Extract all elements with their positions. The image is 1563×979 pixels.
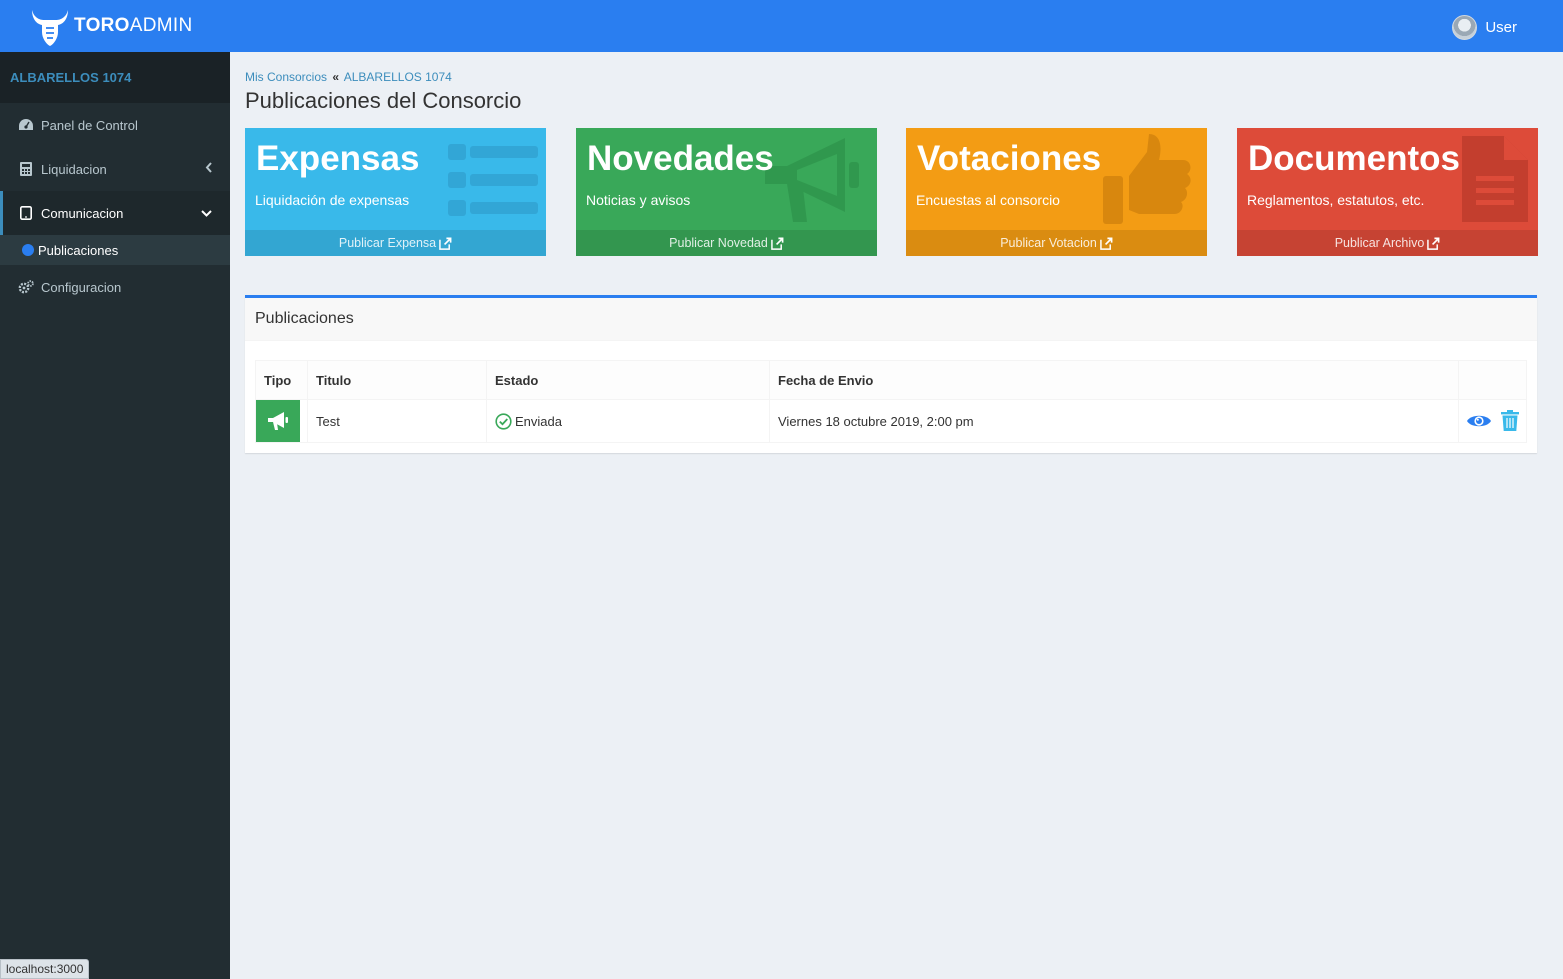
column-header-tipo[interactable]: Tipo [255, 360, 308, 400]
user-name: User [1485, 19, 1517, 36]
breadcrumb-root-link[interactable]: Mis Consorcios [245, 70, 327, 84]
column-header-estado[interactable]: Estado [486, 360, 770, 400]
tablet-icon [18, 205, 34, 221]
external-link-icon [1099, 237, 1113, 250]
box-footer-label: Publicar Novedad [669, 236, 768, 250]
user-menu[interactable]: User [1452, 15, 1517, 40]
publicar-votacion-link[interactable]: Publicar Votacion [906, 230, 1207, 256]
cell-fecha: Viernes 18 octubre 2019, 2:00 pm [769, 399, 1459, 443]
chevron-left-icon [205, 162, 212, 176]
breadcrumb-current-link[interactable]: ALBARELLOS 1074 [344, 70, 452, 84]
file-text-icon [1462, 136, 1528, 222]
sidebar-item-label: Comunicacion [41, 205, 124, 221]
box-expensas: Expensas Liquidación de expensas Publica… [245, 128, 546, 256]
thumbs-up-icon [1103, 134, 1191, 224]
bull-logo-icon [32, 10, 68, 46]
double-chevron-left-icon: « [332, 70, 340, 84]
column-header-titulo[interactable]: Titulo [307, 360, 487, 400]
main-content: Mis Consorcios « ALBARELLOS 1074 Publica… [230, 52, 1563, 979]
box-subtitle: Liquidación de expensas [255, 192, 410, 208]
box-subtitle: Reglamentos, estatutos, etc. [1247, 192, 1425, 208]
sidebar-item-label: Panel de Control [41, 117, 138, 133]
column-header-fecha[interactable]: Fecha de Envio [769, 360, 1459, 400]
sidebar-subitem-publicaciones[interactable]: Publicaciones [0, 235, 230, 265]
calculator-icon [18, 161, 34, 177]
gears-icon [18, 279, 34, 295]
app-name: TOROADMIN [74, 15, 193, 36]
box-heading: Votaciones [917, 139, 1102, 178]
box-heading: Expensas [256, 139, 420, 178]
estado-text: Enviada [515, 413, 562, 429]
dashboard-icon [18, 117, 34, 133]
panel-header [245, 298, 1537, 341]
list-icon [448, 144, 538, 216]
box-footer-label: Publicar Expensa [338, 236, 437, 250]
sidebar-item-label: Liquidacion [41, 161, 107, 177]
box-heading: Novedades [587, 139, 774, 178]
breadcrumb: Mis Consorcios « ALBARELLOS 1074 [245, 70, 452, 84]
external-link-icon [1427, 237, 1440, 250]
sidebar-item-comunicacion[interactable]: Comunicacion [0, 191, 230, 235]
sidebar-item-liquidacion[interactable]: Liquidacion [0, 147, 230, 191]
cell-titulo: Test [307, 399, 487, 443]
box-documentos: Documentos Reglamentos, estatutos, etc. … [1237, 128, 1538, 256]
box-footer-label: Publicar Votacion [1000, 236, 1097, 250]
app-logo[interactable]: TOROADMIN [0, 0, 230, 52]
circle-icon [22, 244, 34, 256]
table-header-row: Tipo Titulo Estado Fecha de Envio [255, 360, 1527, 400]
box-subtitle: Encuestas al consorcio [916, 192, 1060, 208]
panel-title: Publicaciones [255, 310, 354, 327]
eye-icon[interactable] [1466, 412, 1492, 430]
sidebar-item-label: Configuracion [41, 279, 122, 295]
page-title: Publicaciones del Consorcio [245, 88, 522, 113]
trash-icon[interactable] [1500, 410, 1520, 432]
box-novedades: Novedades Noticias y avisos Publicar Nov… [576, 128, 877, 256]
consorcio-name: ALBARELLOS 1074 [0, 52, 230, 103]
table-row: Test Enviada Viernes 18 octubre 2019, 2:… [255, 399, 1527, 443]
sidebar-subitem-label: Publicaciones [38, 242, 119, 258]
external-link-icon [771, 237, 784, 250]
status-bar-url: localhost:3000 [0, 959, 90, 979]
box-heading: Documentos [1248, 139, 1460, 178]
publicar-archivo-link[interactable]: Publicar Archivo [1237, 230, 1538, 256]
publicaciones-table: Tipo Titulo Estado Fecha de Envio Test E… [255, 360, 1527, 443]
chevron-down-icon [201, 206, 212, 220]
megaphone-icon [256, 400, 300, 442]
box-subtitle: Noticias y avisos [586, 192, 691, 208]
box-votaciones: Votaciones Encuestas al consorcio Public… [906, 128, 1207, 256]
cell-estado: Enviada [486, 399, 770, 443]
check-circle-icon [495, 412, 512, 430]
cell-tipo [255, 399, 308, 443]
top-navbar: User [230, 0, 1563, 52]
sidebar: TOROADMIN ALBARELLOS 1074 Panel de Contr… [0, 0, 230, 979]
box-footer-label: Publicar Archivo [1334, 236, 1425, 250]
external-link-icon [439, 237, 452, 250]
sidebar-item-panel-de-control[interactable]: Panel de Control [0, 103, 230, 147]
column-header-actions [1458, 360, 1527, 400]
cell-actions [1458, 399, 1527, 443]
publicar-novedad-link[interactable]: Publicar Novedad [576, 230, 877, 256]
publicaciones-panel: Publicaciones Tipo Titulo Estado Fecha d… [245, 295, 1537, 453]
avatar [1452, 15, 1478, 40]
content-wrapper: Mis Consorcios « ALBARELLOS 1074 Publica… [230, 52, 1552, 488]
publicar-expensa-link[interactable]: Publicar Expensa [245, 230, 546, 256]
sidebar-item-configuracion[interactable]: Configuracion [0, 265, 230, 309]
